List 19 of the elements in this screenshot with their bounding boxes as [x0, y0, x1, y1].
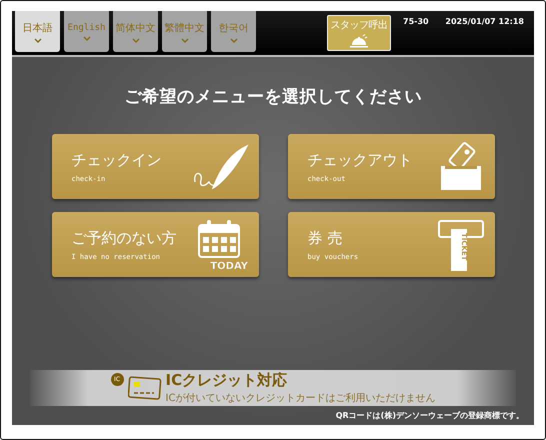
service-bell-icon [349, 34, 369, 48]
terminal-id: 75-30 [403, 17, 429, 26]
trademark-note: QRコードは(株)デンソーウェーブの登録商標です。 [336, 410, 524, 421]
chevron-down-icon [180, 38, 188, 42]
staff-call-button[interactable]: スタッフ呼出 [327, 15, 391, 51]
banner-title: ICクレジット対応 [166, 371, 288, 390]
language-tab[interactable]: 한국어 [211, 11, 256, 52]
language-tab[interactable]: 日本語 [15, 11, 60, 52]
credit-card-icon [128, 376, 162, 400]
chevron-down-icon [82, 36, 90, 40]
language-tab[interactable]: English [64, 11, 109, 52]
heading: ご希望のメニューを選択してください [124, 86, 422, 108]
banner-note: ICが付いていないクレジットカードはご利用いただけません [166, 392, 436, 405]
chevron-down-icon [230, 38, 238, 42]
chevron-down-icon [34, 38, 42, 42]
language-tab[interactable]: 繁體中文 [162, 11, 207, 52]
language-tab[interactable]: 简体中文 [113, 11, 158, 52]
date-time: 2025/01/07 12:18 [445, 17, 524, 26]
chevron-down-icon [132, 38, 140, 42]
